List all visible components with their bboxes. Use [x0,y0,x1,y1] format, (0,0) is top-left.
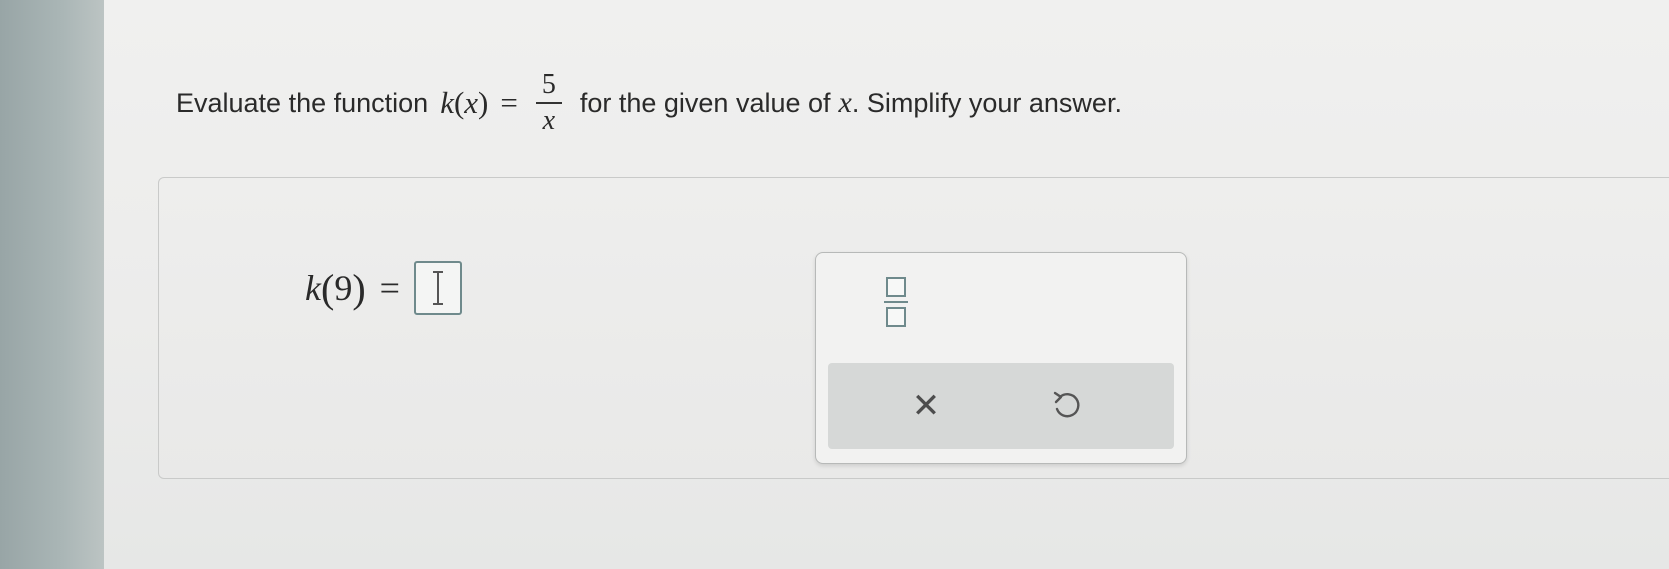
fraction-template-bar [884,301,908,303]
question-prompt: Evaluate the function k ( x ) = 5 x for … [176,48,1122,158]
answer-function-name: k [305,268,321,308]
question-variable: x [838,86,852,119]
close-paren: ) [478,85,489,120]
math-palette: ✕ [815,252,1187,464]
close-icon: ✕ [911,386,941,426]
answer-argument: 9 [334,268,353,308]
fraction-template-icon [886,277,906,297]
equals-sign: = [500,85,518,120]
left-bezel [0,0,104,569]
question-intro: Evaluate the function [176,87,429,118]
palette-action-bar: ✕ [828,363,1174,449]
undo-icon [1053,391,1080,418]
answer-equals-sign: = [379,268,400,308]
clear-button[interactable]: ✕ [898,381,954,431]
open-paren: ( [453,85,465,120]
fraction-numerator: 5 [541,69,556,100]
answer-expression: k ( 9 ) = [305,258,462,318]
function-definition: k ( x ) = 5 x [440,68,568,138]
answer-close-paren: ) [352,265,366,311]
answer-open-paren: ( [320,265,335,311]
fraction: 5 x [535,68,562,138]
answer-input[interactable] [413,261,462,315]
text-cursor-icon [432,271,443,305]
fraction-template-button[interactable] [874,271,918,333]
fraction-denominator: x [542,105,556,136]
function-variable: x [464,85,479,120]
fraction-template-icon-bottom [886,307,906,327]
question-middle: for the given value of [579,87,831,118]
undo-button[interactable] [1038,381,1094,431]
question-end: . Simplify your answer. [851,87,1122,118]
function-name: k [440,85,454,120]
